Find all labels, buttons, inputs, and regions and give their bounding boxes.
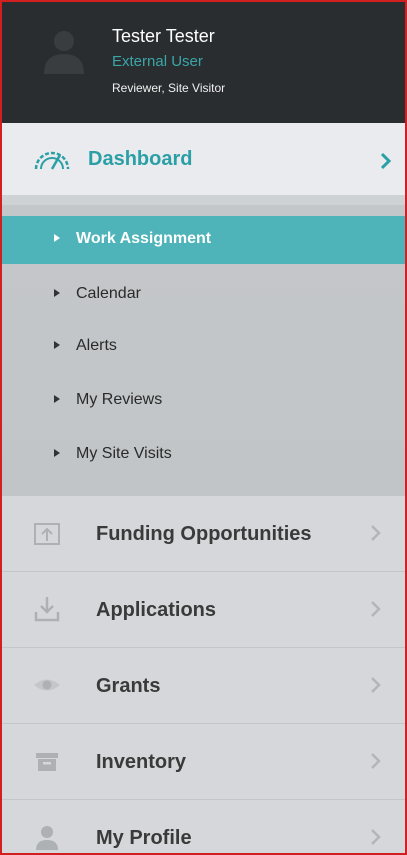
nav-item-grants[interactable]: Grants — [2, 647, 405, 724]
user-role: External User — [112, 53, 203, 70]
chevron-right-icon — [371, 829, 381, 845]
sidebar-frame: Tester Tester External User Reviewer, Si… — [0, 0, 407, 855]
upload-box-icon — [34, 523, 60, 545]
submenu-item-calendar[interactable]: Calendar — [2, 271, 405, 319]
nav-item-applications[interactable]: Applications — [2, 571, 405, 648]
chevron-right-icon — [371, 753, 381, 769]
chevron-right-icon — [371, 601, 381, 617]
submenu-item-my-site-visits[interactable]: My Site Visits — [2, 431, 405, 479]
dashboard-submenu: Work Assignment Calendar Alerts My Revie… — [2, 195, 405, 495]
bullet-triangle-icon — [54, 449, 60, 457]
submenu-item-alerts[interactable]: Alerts — [2, 323, 405, 371]
chevron-right-icon[interactable] — [380, 152, 392, 170]
bullet-triangle-icon — [54, 341, 60, 349]
nav-label: Inventory — [96, 751, 187, 773]
submenu-label: Calendar — [76, 285, 141, 302]
nav-label: Funding Opportunities — [96, 523, 312, 545]
chevron-right-icon — [371, 525, 381, 541]
user-name: Tester Tester — [112, 26, 215, 46]
nav-item-my-profile[interactable]: My Profile — [2, 799, 405, 853]
submenu-item-work-assignment[interactable]: Work Assignment — [2, 216, 405, 264]
bullet-triangle-icon — [54, 234, 60, 242]
nav-label: Grants — [96, 675, 161, 697]
user-icon — [36, 826, 58, 850]
submenu-label: My Site Visits — [76, 445, 172, 462]
nav-item-inventory[interactable]: Inventory — [2, 723, 405, 800]
user-header: Tester Tester External User Reviewer, Si… — [2, 2, 405, 123]
speedometer-icon — [34, 151, 70, 170]
submenu-item-my-reviews[interactable]: My Reviews — [2, 377, 405, 425]
bullet-triangle-icon — [54, 395, 60, 403]
user-permissions: Reviewer, Site Visitor — [112, 81, 226, 95]
bullet-triangle-icon — [54, 289, 60, 297]
dashboard-label[interactable]: Dashboard — [88, 148, 192, 171]
submenu-label: My Reviews — [76, 391, 163, 408]
nav-item-funding-opportunities[interactable]: Funding Opportunities — [2, 495, 405, 572]
nav-label: Applications — [96, 599, 217, 621]
nav-label: My Profile — [96, 827, 192, 849]
submenu-label: Alerts — [76, 337, 117, 354]
submenu-label: Work Assignment — [76, 230, 212, 247]
chevron-right-icon — [371, 677, 381, 693]
eye-icon — [34, 679, 60, 691]
user-silhouette-icon — [44, 31, 84, 74]
archive-box-icon — [36, 753, 58, 771]
download-icon — [34, 597, 60, 622]
